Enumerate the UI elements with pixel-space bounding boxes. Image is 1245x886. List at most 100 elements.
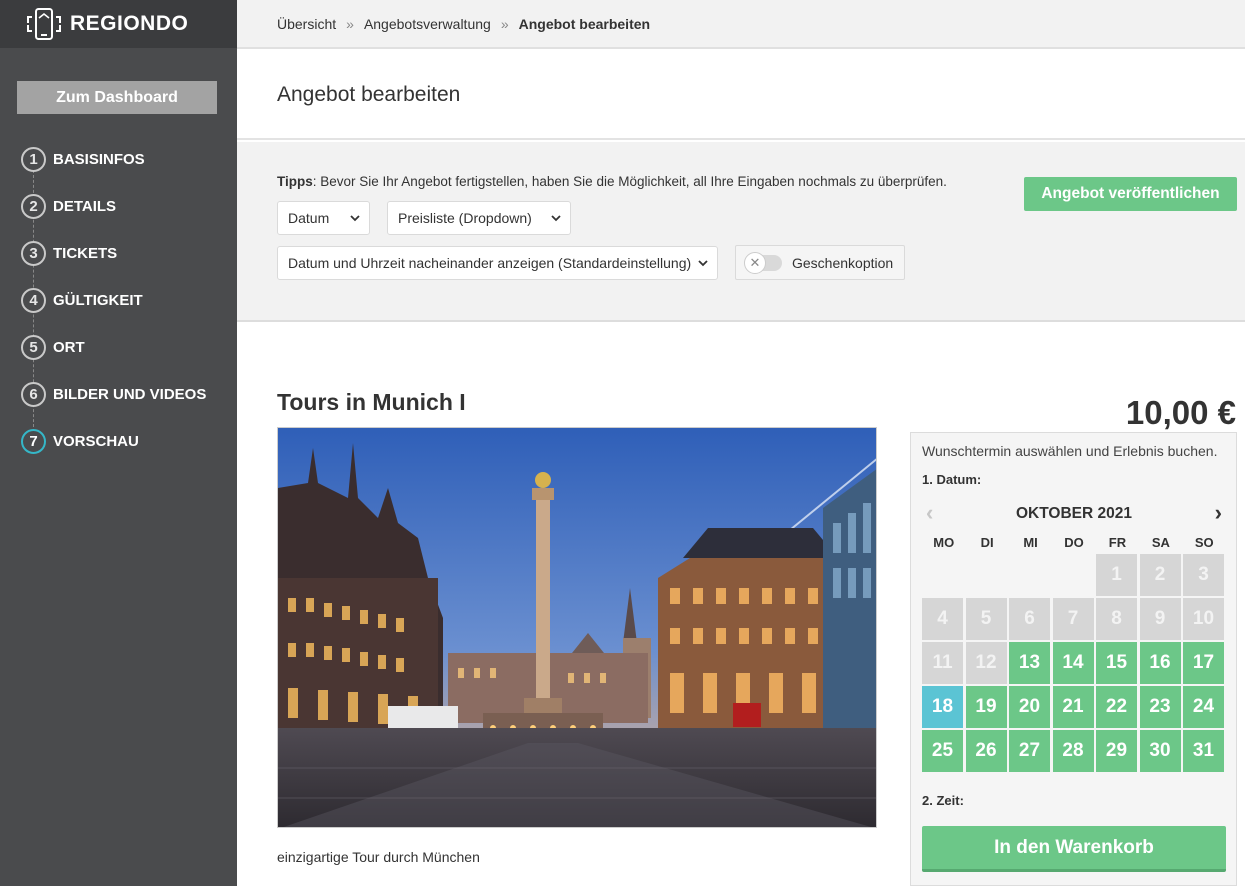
breadcrumb-item-current: Angebot bearbeiten bbox=[518, 15, 651, 32]
step-label: VORSCHAU bbox=[53, 432, 139, 450]
step-vorschau[interactable]: 7 VORSCHAU bbox=[21, 428, 139, 454]
calendar-day-27[interactable]: 27 bbox=[1009, 730, 1050, 772]
calendar-day-6: 6 bbox=[1009, 598, 1050, 640]
calendar-day-18[interactable]: 18 bbox=[922, 686, 963, 728]
datetime-mode-select[interactable]: Datum und Uhrzeit nacheinander anzeigen … bbox=[277, 246, 718, 280]
calendar-day-31[interactable]: 31 bbox=[1183, 730, 1224, 772]
step-label: ORT bbox=[53, 338, 85, 356]
step-number: 6 bbox=[21, 381, 46, 407]
brand-name: REGIONDO bbox=[70, 12, 189, 35]
tour-photo bbox=[277, 427, 877, 828]
breadcrumb: Übersicht » Angebotsverwaltung » Angebot… bbox=[237, 0, 1245, 49]
step-bilder-und-videos[interactable]: 6 BILDER UND VIDEOS bbox=[21, 381, 206, 407]
calendar-day-22[interactable]: 22 bbox=[1096, 686, 1137, 728]
weekday-label: SO bbox=[1194, 535, 1214, 550]
calendar-day-12: 12 bbox=[965, 642, 1007, 684]
logo-bar[interactable]: REGIONDO bbox=[0, 0, 237, 48]
dashboard-button[interactable]: Zum Dashboard bbox=[17, 81, 217, 114]
step-number: 1 bbox=[21, 146, 46, 172]
step-number: 7 bbox=[21, 428, 46, 454]
calendar-day-14[interactable]: 14 bbox=[1052, 642, 1094, 684]
price-list-value: Preisliste (Dropdown) bbox=[398, 210, 532, 226]
calendar-day-20[interactable]: 20 bbox=[1009, 686, 1050, 728]
weekday-label: DO bbox=[1064, 535, 1084, 550]
tour-description: einzigartige Tour durch München bbox=[277, 849, 480, 865]
options-panel: Tipps: Bevor Sie Ihr Angebot fertigstell… bbox=[237, 142, 1245, 322]
page-title: Angebot bearbeiten bbox=[277, 82, 461, 106]
tour-price: 10,00 € bbox=[1125, 394, 1236, 431]
step-label: TICKETS bbox=[53, 244, 118, 262]
date-display-value: Datum bbox=[288, 210, 330, 226]
tips-label: Tipps bbox=[277, 174, 313, 189]
tour-title: Tours in Munich I bbox=[277, 389, 466, 415]
date-display-select[interactable]: Datum bbox=[277, 201, 370, 235]
gift-option-label: Geschenkoption bbox=[792, 254, 894, 271]
calendar-day-29[interactable]: 29 bbox=[1096, 730, 1137, 772]
toggle-switch[interactable]: ✕ bbox=[744, 251, 782, 274]
calendar-day-1: 1 bbox=[1096, 554, 1137, 596]
munich-square-image bbox=[278, 428, 876, 827]
chevron-down-icon bbox=[551, 215, 561, 222]
chevron-right-icon[interactable]: › bbox=[1215, 502, 1222, 524]
calendar-day-24[interactable]: 24 bbox=[1183, 686, 1224, 728]
weekday-label: FR bbox=[1108, 535, 1127, 550]
booking-widget: Wunschtermin auswählen und Erlebnis buch… bbox=[910, 432, 1237, 886]
step-number: 3 bbox=[21, 240, 46, 266]
step-label: DETAILS bbox=[53, 197, 117, 215]
calendar-day-5: 5 bbox=[965, 598, 1007, 640]
publish-button[interactable]: Angebot veröffentlichen bbox=[1024, 177, 1237, 211]
step-number: 2 bbox=[21, 193, 46, 219]
price-list-select[interactable]: Preisliste (Dropdown) bbox=[387, 201, 571, 235]
calendar-month: OKTOBER 2021 bbox=[1015, 505, 1132, 522]
calendar-day-13[interactable]: 13 bbox=[1009, 642, 1050, 684]
calendar-day-16[interactable]: 16 bbox=[1139, 642, 1181, 684]
step-tickets[interactable]: 3 TICKETS bbox=[21, 240, 117, 266]
calendar-day-23[interactable]: 23 bbox=[1139, 686, 1181, 728]
sidebar: REGIONDO Zum Dashboard 1 BASISINFOS 2 DE… bbox=[0, 0, 237, 886]
calendar-day-28[interactable]: 28 bbox=[1052, 730, 1094, 772]
time-section-label: 2. Zeit: bbox=[922, 793, 964, 808]
step-label: BASISINFOS bbox=[53, 150, 145, 168]
calendar-day-4: 4 bbox=[922, 598, 963, 640]
calendar-day-26[interactable]: 26 bbox=[965, 730, 1007, 772]
chevron-down-icon bbox=[350, 215, 360, 222]
datetime-mode-value: Datum und Uhrzeit nacheinander anzeigen … bbox=[288, 255, 692, 271]
add-to-cart-button[interactable]: In den Warenkorb bbox=[922, 826, 1226, 872]
step-number: 5 bbox=[21, 334, 46, 360]
calendar-day-2: 2 bbox=[1139, 554, 1181, 596]
calendar-day-9: 9 bbox=[1139, 598, 1181, 640]
close-icon: ✕ bbox=[744, 251, 766, 274]
tips-text: Tipps: Bevor Sie Ihr Angebot fertigstell… bbox=[277, 174, 947, 189]
step-gueltigkeit[interactable]: 4 GÜLTIGKEIT bbox=[21, 287, 143, 313]
calendar-day-15[interactable]: 15 bbox=[1096, 642, 1137, 684]
calendar-day-3: 3 bbox=[1183, 554, 1224, 596]
booking-intro: Wunschtermin auswählen und Erlebnis buch… bbox=[922, 443, 1218, 459]
calendar-day-25[interactable]: 25 bbox=[922, 730, 963, 772]
weekday-label: DI bbox=[980, 535, 994, 550]
calendar-day-11: 11 bbox=[922, 642, 963, 684]
step-label: BILDER UND VIDEOS bbox=[53, 385, 207, 403]
step-ort[interactable]: 5 ORT bbox=[21, 334, 85, 360]
breadcrumb-item-uebersicht[interactable]: Übersicht bbox=[277, 16, 336, 32]
calendar-day-17[interactable]: 17 bbox=[1183, 642, 1224, 684]
chevron-down-icon bbox=[698, 260, 708, 267]
calendar-day-7: 7 bbox=[1052, 598, 1094, 640]
weekday-label: MO bbox=[933, 535, 955, 550]
breadcrumb-item-angebotsverwaltung[interactable]: Angebotsverwaltung bbox=[364, 16, 491, 32]
page-header: Angebot bearbeiten bbox=[237, 51, 1245, 140]
gift-option-toggle[interactable]: ✕ Geschenkoption bbox=[735, 245, 905, 280]
calendar-day-30[interactable]: 30 bbox=[1139, 730, 1181, 772]
calendar-day-21[interactable]: 21 bbox=[1052, 686, 1094, 728]
date-section-label: 1. Datum: bbox=[922, 472, 982, 487]
step-basisinfos[interactable]: 1 BASISINFOS bbox=[21, 146, 145, 172]
calendar-day-10: 10 bbox=[1183, 598, 1224, 640]
calendar-weekdays: MO DI MI DO FR SA SO bbox=[922, 535, 1226, 550]
phone-logo-icon bbox=[27, 8, 61, 40]
calendar-day-19[interactable]: 19 bbox=[965, 686, 1007, 728]
tips-body: : Bevor Sie Ihr Angebot fertigstellen, h… bbox=[312, 174, 947, 189]
calendar-header: ‹ OKTOBER 2021 › bbox=[922, 501, 1226, 525]
step-details[interactable]: 2 DETAILS bbox=[21, 193, 116, 219]
weekday-label: SA bbox=[1151, 535, 1170, 550]
step-label: GÜLTIGKEIT bbox=[53, 291, 143, 309]
calendar-day-8: 8 bbox=[1096, 598, 1137, 640]
